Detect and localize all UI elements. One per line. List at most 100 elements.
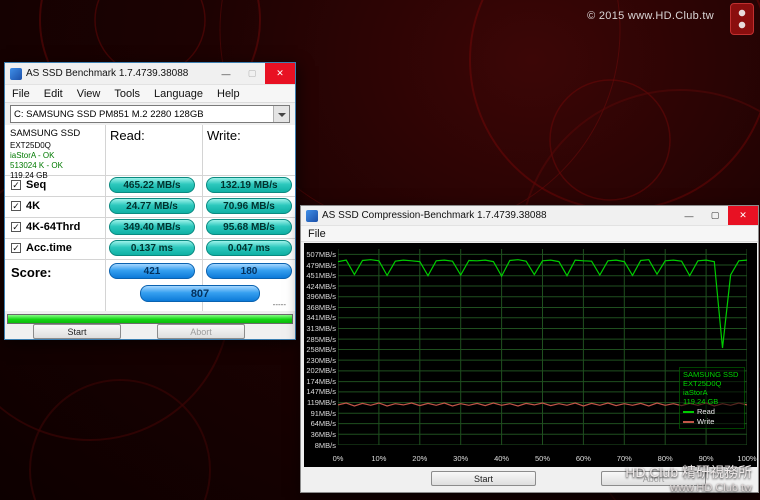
read-series-swatch xyxy=(683,411,694,413)
drive-alignment-status: 513024 K - OK xyxy=(10,161,102,171)
start-button[interactable]: Start xyxy=(431,471,536,486)
x-axis-label: 20% xyxy=(412,454,427,463)
x-axis-label: 40% xyxy=(494,454,509,463)
legend-write-entry: Write xyxy=(683,417,741,426)
row-acctime: ✓ Acc.time 0.137 ms 0.047 ms xyxy=(5,238,295,259)
4k64-checkbox[interactable]: ✓ xyxy=(11,222,21,232)
read-header: Read: xyxy=(110,128,145,143)
check-icon: ✓ xyxy=(12,222,20,232)
compression-menubar: File xyxy=(301,226,758,242)
y-axis-label: 230MB/s xyxy=(306,356,336,365)
compression-window: AS SSD Compression-Benchmark 1.7.4739.38… xyxy=(300,205,759,493)
row-4k64thrd: ✓ 4K-64Thrd 349.40 MB/s 95.68 MB/s xyxy=(5,217,295,238)
menu-file[interactable]: File xyxy=(5,88,37,100)
drive-firmware: EXT25D0Q xyxy=(10,141,102,151)
compression-titlebar[interactable]: AS SSD Compression-Benchmark 1.7.4739.38… xyxy=(301,206,758,226)
hdclub-logo-icon xyxy=(730,3,754,35)
benchmark-titlebar[interactable]: AS SSD Benchmark 1.7.4739.38088 — ▢ ✕ xyxy=(5,63,295,85)
close-icon[interactable]: ✕ xyxy=(728,206,758,225)
write-series-swatch xyxy=(683,421,694,423)
legend-firmware: EXT25D0Q xyxy=(683,379,741,388)
seq-label: Seq xyxy=(26,179,46,191)
compression-window-title: AS SSD Compression-Benchmark 1.7.4739.38… xyxy=(322,210,676,221)
y-axis-label: 424MB/s xyxy=(306,282,336,291)
x-axis-label: 60% xyxy=(576,454,591,463)
row-4k: ✓ 4K 24.77 MB/s 70.96 MB/s xyxy=(5,196,295,217)
results-panel: SAMSUNG SSD EXT25D0Q iaStorA - OK 513024… xyxy=(5,125,295,311)
drive-select[interactable]: C: SAMSUNG SSD PM851 M.2 2280 128GB xyxy=(10,105,290,123)
y-axis-labels: 8MB/s36MB/s64MB/s91MB/s119MB/s147MB/s174… xyxy=(304,243,337,467)
seq-checkbox[interactable]: ✓ xyxy=(11,180,21,190)
x-axis-label: 10% xyxy=(371,454,386,463)
y-axis-label: 147MB/s xyxy=(306,387,336,396)
row-divider xyxy=(5,259,295,260)
menu-edit[interactable]: Edit xyxy=(37,88,70,100)
y-axis-label: 368MB/s xyxy=(306,303,336,312)
watermark-title: HD.Club 精研視務所 xyxy=(625,462,752,482)
legend-driver: iaStorA xyxy=(683,388,741,397)
write-score: 180 xyxy=(206,263,292,279)
menu-help[interactable]: Help xyxy=(210,88,247,100)
4k-checkbox[interactable]: ✓ xyxy=(11,201,21,211)
start-button[interactable]: Start xyxy=(33,324,121,339)
y-axis-label: 285MB/s xyxy=(306,335,336,344)
as-ssd-app-icon xyxy=(306,210,318,222)
watermark-url: www.HD.Club.tw xyxy=(625,482,752,494)
seq-write-value: 132.19 MB/s xyxy=(206,177,292,193)
benchmark-window: AS SSD Benchmark 1.7.4739.38088 — ▢ ✕ Fi… xyxy=(4,62,296,340)
benchmark-window-title: AS SSD Benchmark 1.7.4739.38088 xyxy=(26,68,213,79)
menu-language[interactable]: Language xyxy=(147,88,210,100)
drive-model: SAMSUNG SSD xyxy=(10,128,102,139)
chart-legend: SAMSUNG SSD P EXT25D0Q iaStorA 119.24 GB… xyxy=(679,367,745,429)
y-axis-label: 202MB/s xyxy=(306,366,336,375)
4k-read-value: 24.77 MB/s xyxy=(109,198,195,214)
4k64-write-value: 95.68 MB/s xyxy=(206,219,292,235)
copyright-text: © 2015 www.HD.Club.tw xyxy=(587,10,714,22)
y-axis-label: 91MB/s xyxy=(311,409,336,418)
abort-button: Abort xyxy=(157,324,245,339)
maximize-icon[interactable]: ▢ xyxy=(702,206,728,225)
y-axis-label: 396MB/s xyxy=(306,292,336,301)
total-score: 807 xyxy=(140,285,260,302)
y-axis-label: 479MB/s xyxy=(306,261,336,270)
drive-info: SAMSUNG SSD EXT25D0Q iaStorA - OK 513024… xyxy=(10,128,102,181)
maximize-icon: ▢ xyxy=(239,63,265,84)
y-axis-label: 119MB/s xyxy=(307,398,336,407)
y-axis-label: 174MB/s xyxy=(306,377,336,386)
drive-driver-status: iaStorA - OK xyxy=(10,151,102,161)
menu-file[interactable]: File xyxy=(301,228,333,240)
chart-plot: SAMSUNG SSD P EXT25D0Q iaStorA 119.24 GB… xyxy=(338,249,747,445)
4k-write-value: 70.96 MB/s xyxy=(206,198,292,214)
top-watermark: © 2015 www.HD.Club.tw xyxy=(587,10,714,22)
minimize-icon[interactable]: — xyxy=(676,206,702,225)
y-axis-label: 313MB/s xyxy=(306,324,336,333)
menu-view[interactable]: View xyxy=(70,88,108,100)
read-score: 421 xyxy=(109,263,195,279)
seq-read-value: 465.22 MB/s xyxy=(109,177,195,193)
acctime-read-value: 0.137 ms xyxy=(109,240,195,256)
close-icon[interactable]: ✕ xyxy=(265,63,295,84)
row-seq: ✓ Seq 465.22 MB/s 132.19 MB/s xyxy=(5,175,295,196)
x-axis-label: 0% xyxy=(333,454,344,463)
drive-select-value: C: SAMSUNG SSD PM851 M.2 2280 128GB xyxy=(11,109,273,120)
x-axis-label: 50% xyxy=(535,454,550,463)
as-ssd-app-icon xyxy=(10,68,22,80)
acctime-checkbox[interactable]: ✓ xyxy=(11,243,21,253)
write-header: Write: xyxy=(207,128,241,143)
y-axis-label: 36MB/s xyxy=(311,430,336,439)
dropdown-arrow-icon[interactable] xyxy=(273,106,289,122)
x-axis-label: 30% xyxy=(453,454,468,463)
check-icon: ✓ xyxy=(12,201,20,211)
check-icon: ✓ xyxy=(12,180,20,190)
acctime-label: Acc.time xyxy=(26,242,72,254)
progress-bar xyxy=(7,314,293,324)
menu-tools[interactable]: Tools xyxy=(107,88,147,100)
legend-capacity: 119.24 GB xyxy=(683,397,741,406)
y-axis-label: 258MB/s xyxy=(306,345,336,354)
read-series-label: Read xyxy=(697,407,715,416)
minimize-icon[interactable]: — xyxy=(213,63,239,84)
4k64-read-value: 349.40 MB/s xyxy=(109,219,195,235)
y-axis-label: 64MB/s xyxy=(311,419,336,428)
4k-label: 4K xyxy=(26,200,40,212)
bottom-watermark: HD.Club 精研視務所 www.HD.Club.tw xyxy=(625,462,752,494)
